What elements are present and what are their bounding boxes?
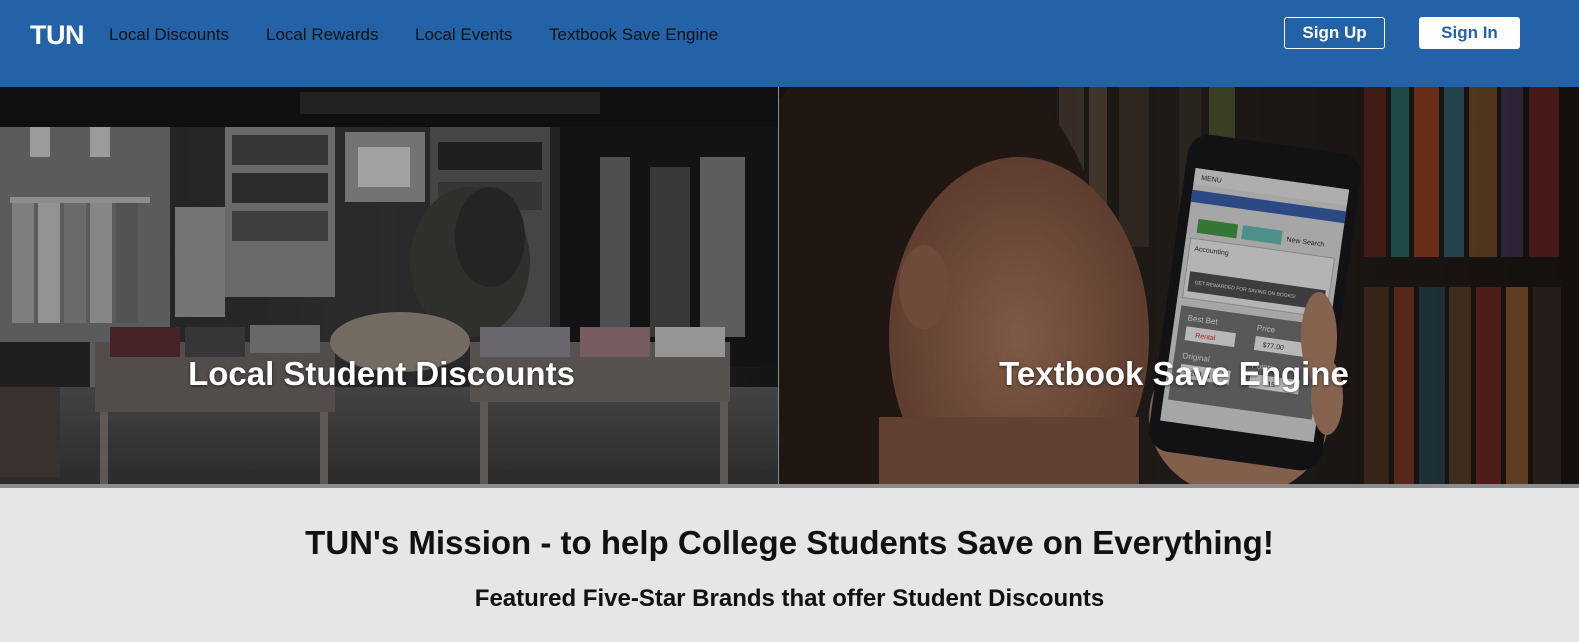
nav-local-events[interactable]: Local Events	[415, 24, 512, 46]
nav-local-discounts[interactable]: Local Discounts	[109, 24, 229, 46]
sign-up-button[interactable]: Sign Up	[1284, 17, 1385, 49]
phone-textbook-app-photo: MENU New Search Accounting GET REWARDED …	[779, 87, 1579, 484]
clothing-store-photo	[0, 87, 778, 484]
hero-right-title[interactable]: Textbook Save Engine	[779, 355, 1569, 393]
hero-textbook-save-engine[interactable]: MENU New Search Accounting GET REWARDED …	[779, 87, 1579, 484]
featured-brands-heading: Featured Five-Star Brands that offer Stu…	[474, 585, 1105, 612]
sign-in-button[interactable]: Sign In	[1419, 17, 1520, 49]
hero-bottom-border	[0, 484, 1579, 488]
tun-logo[interactable]: TUN	[30, 19, 85, 51]
nav-textbook-save-engine[interactable]: Textbook Save Engine	[549, 24, 718, 46]
hero-left-title[interactable]: Local Student Discounts	[0, 355, 763, 393]
mission-title: TUN's Mission - to help College Students…	[305, 524, 1274, 561]
hero-local-discounts[interactable]: Local Student Discounts	[0, 87, 778, 484]
top-navbar: TUN Local Discounts Local Rewards Local …	[0, 0, 1579, 87]
nav-local-rewards[interactable]: Local Rewards	[266, 24, 378, 46]
